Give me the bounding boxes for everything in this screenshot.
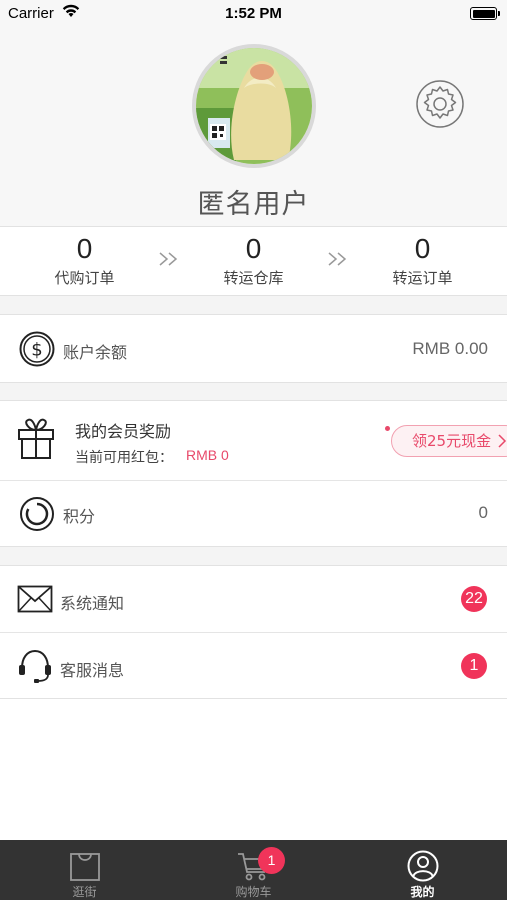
tab-me[interactable]: 我的 bbox=[338, 840, 507, 900]
avatar-image bbox=[196, 48, 312, 164]
claim-cash-button[interactable]: 领25元现金 bbox=[391, 425, 507, 457]
membership-title: 我的会员奖励 bbox=[75, 422, 172, 441]
customer-service-badge: 1 bbox=[461, 653, 487, 679]
dollar-coin-icon: $ bbox=[19, 331, 55, 367]
gear-icon[interactable] bbox=[414, 78, 466, 130]
membership-card: 我的会员奖励 当前可用红包： RMB 0 领25元现金 积分 0 bbox=[0, 400, 507, 547]
order-count: 0 bbox=[414, 233, 431, 264]
order-label: 转运订单 bbox=[392, 269, 453, 287]
customer-service-label: 客服消息 bbox=[60, 661, 125, 680]
membership-reward-row[interactable]: 我的会员奖励 当前可用红包： RMB 0 领25元现金 bbox=[0, 401, 507, 480]
order-label: 转运仓库 bbox=[223, 269, 284, 287]
account-balance-row[interactable]: $ 账户余额 RMB 0.00 bbox=[0, 314, 507, 383]
cart-count-badge: 1 bbox=[258, 847, 285, 874]
order-label: 代购订单 bbox=[54, 269, 115, 287]
tab-browse[interactable]: 逛街 bbox=[0, 840, 169, 900]
system-notice-row[interactable]: 系统通知 22 bbox=[0, 566, 507, 632]
points-value: 0 bbox=[478, 503, 488, 522]
order-item-transfer[interactable]: 0 转运订单 bbox=[338, 227, 507, 297]
clock: 1:52 PM bbox=[225, 5, 282, 22]
system-notice-label: 系统通知 bbox=[60, 594, 125, 613]
account-balance-value: RMB 0.00 bbox=[412, 339, 488, 358]
system-notice-badge: 22 bbox=[461, 586, 487, 612]
available-redpacket-label: 当前可用红包： bbox=[75, 450, 173, 466]
battery-icon bbox=[470, 7, 500, 20]
available-redpacket-value: RMB 0 bbox=[186, 447, 229, 463]
claim-cash-label: 领25元现金 bbox=[412, 432, 492, 450]
shopping-bag-icon bbox=[69, 853, 100, 881]
tab-label: 我的 bbox=[410, 885, 435, 899]
order-item-warehouse[interactable]: 0 转运仓库 bbox=[169, 227, 338, 297]
username: 匿名用户 bbox=[197, 189, 310, 220]
status-bar: Carrier 1:52 PM bbox=[0, 0, 507, 28]
avatar[interactable] bbox=[192, 44, 316, 168]
tab-cart[interactable]: 购物车 bbox=[169, 840, 338, 900]
messages-card: 系统通知 22 客服消息 1 bbox=[0, 565, 507, 699]
tab-label: 逛街 bbox=[72, 885, 97, 899]
order-count: 0 bbox=[245, 233, 262, 264]
content-spacer bbox=[0, 699, 507, 840]
points-ring-icon bbox=[20, 497, 54, 531]
customer-service-row[interactable]: 客服消息 1 bbox=[0, 633, 507, 700]
promo-dot bbox=[385, 426, 390, 431]
headset-icon bbox=[19, 649, 51, 683]
tab-label: 购物车 bbox=[235, 885, 272, 899]
user-profile-icon bbox=[407, 850, 438, 882]
envelope-icon bbox=[17, 585, 53, 613]
points-row[interactable]: 积分 0 bbox=[0, 481, 507, 548]
profile-header: 匿名用户 bbox=[0, 28, 507, 226]
points-label: 积分 bbox=[63, 507, 96, 526]
gift-icon bbox=[18, 418, 54, 459]
svg-text:$: $ bbox=[31, 340, 42, 361]
account-balance-label: 账户余额 bbox=[63, 343, 128, 362]
order-count: 0 bbox=[76, 233, 93, 264]
tab-bar: 逛街 购物车 我的 bbox=[0, 840, 507, 900]
order-summary: 0 代购订单 0 转运仓库 0 转运订单 bbox=[0, 226, 507, 296]
chevron-right-icon bbox=[498, 434, 507, 448]
order-item-purchase[interactable]: 0 代购订单 bbox=[0, 227, 169, 297]
